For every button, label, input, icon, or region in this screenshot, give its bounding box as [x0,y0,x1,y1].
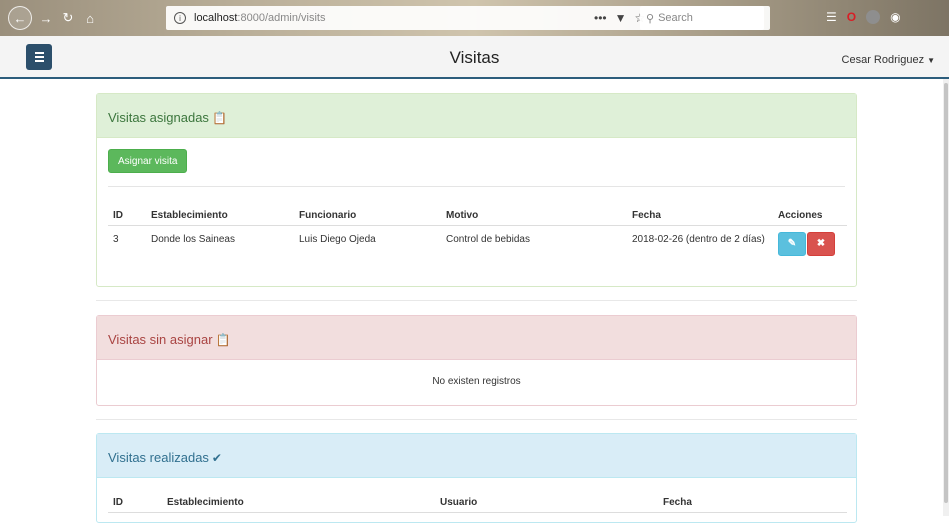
library-icon[interactable]: ☰ [826,10,837,24]
cell-acciones: ✎ ✖ [773,225,847,256]
reload-button[interactable]: ↻ [60,10,76,26]
cell-fecha: 2018-02-26 (dentro de 2 días) [632,233,765,245]
close-icon: ✖ [816,238,826,249]
page-actions-menu[interactable]: ••• [594,11,607,25]
done-visits-title: Visitas realizadas [108,450,209,465]
assigned-visits-title: Visitas asignadas [108,110,209,125]
cell-id: 3 [113,233,119,245]
delete-button[interactable]: ✖ [807,231,835,256]
forward-button[interactable]: → [38,11,54,26]
search-placeholder: Search [658,12,693,24]
opera-icon[interactable]: O [847,10,856,24]
page-scrollbar[interactable] [943,79,949,516]
col-fecha: Fecha [632,210,661,222]
caret-down-icon: ▼ [927,56,935,65]
col-usuario: Usuario [440,497,478,509]
unassigned-visits-panel: Visitas sin asignar 📋 No existen registro… [96,315,857,406]
scrollbar-thumb[interactable] [944,83,948,503]
search-icon: ⚲ [646,12,655,25]
assigned-visits-panel: Visitas asignadas 📋 Asignar visita ID Est… [96,93,857,287]
col-id: ID [113,210,123,222]
section-divider [96,419,857,420]
app-header: Visitas Cesar Rodriguez ▼ [0,36,949,79]
table-row: 3 Donde los Saineas Luis Diego Ojeda Con… [108,225,847,256]
pocket-icon[interactable]: ▼ [615,11,627,25]
col-establecimiento: Establecimiento [167,497,244,509]
empty-message: No existen registros [432,376,521,387]
back-button[interactable]: ← [8,6,32,30]
extension-icon[interactable]: ◉ [890,10,900,24]
cell-motivo: Control de bebidas [446,233,530,245]
col-id: ID [113,497,123,509]
assigned-visits-heading: Visitas asignadas 📋 [97,94,856,138]
url-host: localhost [194,12,238,24]
url-path: :8000/admin/visits [237,12,326,24]
assign-visit-button[interactable]: Asignar visita [108,149,188,173]
clipboard-check-icon: 📋 [211,111,227,125]
table-header-row: ID Establecimiento Usuario Fecha [108,494,847,512]
toolbar-icons: ☰ O ◉ [826,10,901,24]
col-acciones: Acciones [778,210,823,222]
pencil-icon: ✎ [787,238,797,249]
assigned-visits-table: ID Establecimiento Funcionario Motivo Fe… [108,207,847,256]
page-title: Visitas [449,48,500,67]
info-icon[interactable]: i [174,12,186,24]
user-menu[interactable]: Cesar Rodriguez ▼ [842,54,935,66]
col-fecha: Fecha [663,497,692,509]
table-header-row: ID Establecimiento Funcionario Motivo Fe… [108,207,847,225]
col-establecimiento: Establecimiento [151,210,228,222]
cell-funcionario: Luis Diego Ojeda [299,233,376,245]
nav-buttons: ← → ↻ ⌂ [8,6,98,30]
home-icon[interactable]: ⌂ [82,11,98,26]
checkmark-icon: ✔ [211,451,222,465]
col-funcionario: Funcionario [299,210,357,222]
cell-establecimiento: Donde los Saineas [151,233,235,245]
search-box[interactable]: ⚲ Search [640,6,764,30]
unassigned-visits-title: Visitas sin asignar [108,332,213,347]
separator [108,186,845,187]
user-name: Cesar Rodriguez [841,54,925,66]
unassigned-visits-heading: Visitas sin asignar 📋 [97,316,856,360]
done-visits-panel: Visitas realizadas ✔ ID Establecimiento U… [96,433,857,523]
profile-icon[interactable] [866,10,881,24]
clipboard-x-icon: 📋 [215,333,231,347]
browser-toolbar: ← → ↻ ⌂ i localhost:8000/admin/visits ••… [0,0,949,36]
edit-button[interactable]: ✎ [778,231,806,256]
done-visits-table: ID Establecimiento Usuario Fecha [108,494,847,513]
done-visits-heading: Visitas realizadas ✔ [97,434,856,478]
page-actions: ••• ▼ ☆ [594,6,645,30]
col-motivo: Motivo [446,210,479,222]
section-divider [96,300,857,301]
